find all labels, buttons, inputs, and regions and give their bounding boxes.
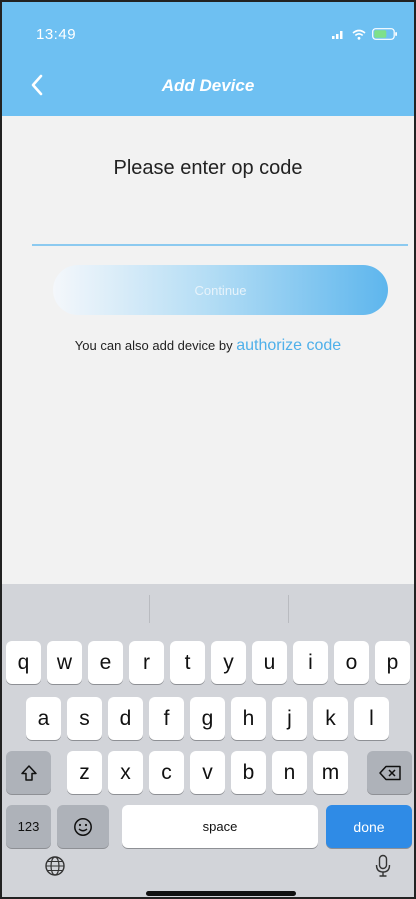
- key-t[interactable]: t: [170, 641, 205, 684]
- emoji-key[interactable]: [57, 805, 109, 848]
- key-u[interactable]: u: [252, 641, 287, 684]
- suggestion-divider: [288, 595, 289, 623]
- key-b[interactable]: b: [231, 751, 266, 794]
- globe-key[interactable]: [40, 851, 70, 881]
- alternate-add-text: You can also add device by authorize cod…: [2, 337, 414, 355]
- phone-screen: 13:49 Add Device Please enter op code Co…: [0, 0, 416, 899]
- key-r[interactable]: r: [129, 641, 164, 684]
- key-g[interactable]: g: [190, 697, 225, 740]
- dictation-key[interactable]: [368, 851, 398, 881]
- suggestion-divider: [149, 595, 150, 623]
- main-content: Please enter op code Continue You can al…: [2, 116, 414, 584]
- status-time: 13:49: [36, 26, 77, 43]
- authorize-code-link[interactable]: authorize code: [236, 337, 341, 354]
- delete-key[interactable]: [367, 751, 412, 794]
- key-d[interactable]: d: [108, 697, 143, 740]
- microphone-icon: [375, 854, 391, 877]
- key-x[interactable]: x: [108, 751, 143, 794]
- key-l[interactable]: l: [354, 697, 389, 740]
- op-code-prompt: Please enter op code: [113, 157, 303, 179]
- key-v[interactable]: v: [190, 751, 225, 794]
- key-f[interactable]: f: [149, 697, 184, 740]
- status-icons: [332, 28, 398, 40]
- keyboard: q w e r t y u i o p a s d f g h j k l z …: [2, 584, 414, 897]
- key-q[interactable]: q: [6, 641, 41, 684]
- key-z[interactable]: z: [67, 751, 102, 794]
- key-o[interactable]: o: [334, 641, 369, 684]
- space-key[interactable]: space: [122, 805, 318, 848]
- key-n[interactable]: n: [272, 751, 307, 794]
- key-a[interactable]: a: [26, 697, 61, 740]
- shift-key[interactable]: [6, 751, 51, 794]
- wifi-icon: [352, 29, 366, 40]
- key-h[interactable]: h: [231, 697, 266, 740]
- key-y[interactable]: y: [211, 641, 246, 684]
- home-indicator: [146, 891, 296, 896]
- page-title: Add Device: [161, 76, 255, 95]
- key-j[interactable]: j: [272, 697, 307, 740]
- key-c[interactable]: c: [149, 751, 184, 794]
- app-header: 13:49 Add Device: [2, 2, 414, 116]
- backspace-icon: [378, 765, 401, 780]
- key-m[interactable]: m: [313, 751, 348, 794]
- globe-icon: [45, 856, 65, 876]
- shift-icon: [20, 764, 37, 781]
- battery-icon: [372, 28, 398, 40]
- continue-button[interactable]: Continue: [53, 265, 388, 315]
- key-k[interactable]: k: [313, 697, 348, 740]
- key-s[interactable]: s: [67, 697, 102, 740]
- numbers-key[interactable]: 123: [6, 805, 51, 848]
- alternate-add-label: You can also add device by: [74, 338, 237, 353]
- key-e[interactable]: e: [88, 641, 123, 684]
- signal-icon: [332, 29, 346, 39]
- emoji-icon: [74, 817, 92, 836]
- key-i[interactable]: i: [293, 641, 328, 684]
- key-w[interactable]: w: [47, 641, 82, 684]
- key-p[interactable]: p: [375, 641, 410, 684]
- op-code-input[interactable]: [32, 210, 408, 246]
- done-key[interactable]: done: [326, 805, 412, 848]
